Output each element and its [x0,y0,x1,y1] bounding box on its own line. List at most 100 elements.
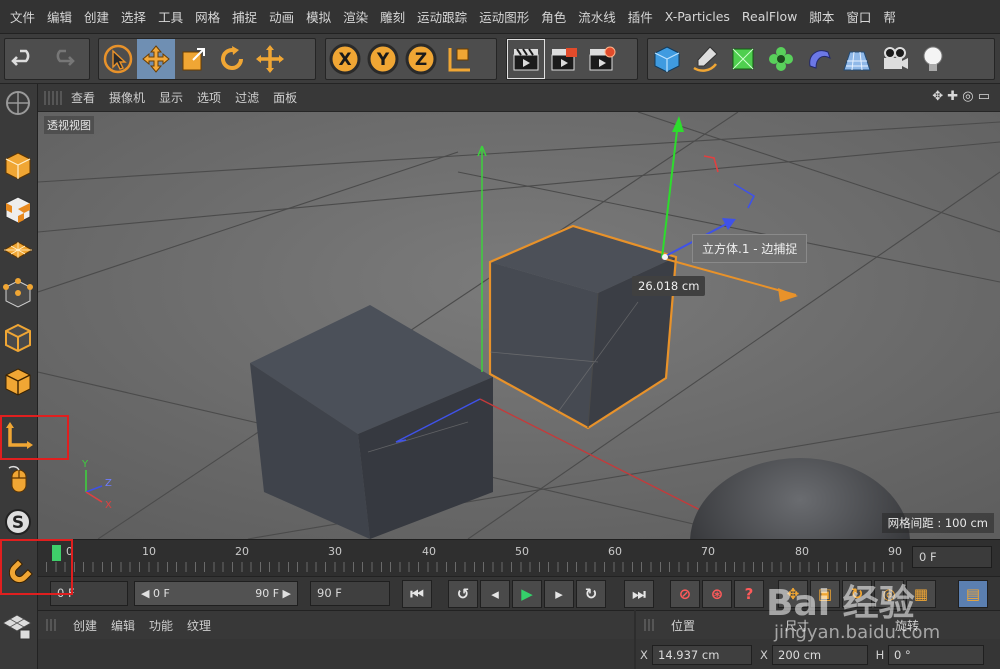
viewport-menu-view[interactable]: 查看 [64,89,102,106]
menu-window[interactable]: 窗口 [840,7,877,26]
timeline-window-button[interactable]: ▤ [958,580,988,608]
material-menu-texture[interactable]: 纹理 [180,617,218,634]
spline-pen-button[interactable] [686,39,724,79]
menu-plugins[interactable]: 插件 [622,7,659,26]
keyframe-selection-button[interactable]: ? [734,580,764,608]
menu-script[interactable]: 脚本 [803,7,840,26]
record-active-objects-button[interactable]: ⊘ [670,580,700,608]
undo-button[interactable] [5,39,43,79]
go-to-end-button[interactable]: ⏭ [624,580,654,608]
key-rotation-button[interactable]: ↻ [842,580,872,608]
z-axis-lock-button[interactable]: Z [402,39,440,79]
menubar: 文件 编辑 创建 选择 工具 网格 捕捉 动画 模拟 渲染 雕刻 运动跟踪 运动… [0,0,1000,34]
viewport-menu-camera[interactable]: 摄像机 [102,89,152,106]
menu-file[interactable]: 文件 [4,7,41,26]
previous-frame-button[interactable]: ◂ [480,580,510,608]
material-menu-create[interactable]: 创建 [66,617,104,634]
lock-workplane-button[interactable] [0,606,36,646]
viewport-navigation-icons[interactable]: ✥ ✚ ◎ ▭ [932,89,990,104]
viewport-menu-filter[interactable]: 过滤 [228,89,266,106]
viewport-menu-panel[interactable]: 面板 [266,89,304,106]
rotate-tool-button[interactable] [213,39,251,79]
move-tool-button[interactable] [137,39,175,79]
render-settings-button[interactable] [583,39,621,79]
menu-edit[interactable]: 编辑 [41,7,78,26]
menu-snap[interactable]: 捕捉 [226,7,263,26]
current-frame-field[interactable]: 0 F [912,546,992,568]
menu-sculpt[interactable]: 雕刻 [374,7,411,26]
live-selection-button[interactable] [99,39,137,79]
previous-key-button[interactable]: ↺ [448,580,478,608]
menu-pipeline[interactable]: 流水线 [572,7,622,26]
polygons-cube-icon [5,368,31,396]
subdivision-surface-button[interactable] [724,39,762,79]
camera-button[interactable] [876,39,914,79]
workplane-mode-button[interactable] [0,232,36,272]
rotation-h-field[interactable]: 0 ° [888,645,984,665]
light-button[interactable] [914,39,952,79]
render-view-button[interactable] [507,39,545,79]
polygons-mode-button[interactable] [0,362,36,402]
model-mode-button[interactable] [0,146,36,186]
perspective-viewport[interactable]: Y Z X 透视视图 立方体.1 - 边捕捉 26.018 cm 网格间距 : … [38,112,1000,539]
material-menu-function[interactable]: 功能 [142,617,180,634]
menu-motion-tracking[interactable]: 运动跟踪 [411,7,473,26]
preview-range-slider[interactable]: ◀ 0 F 90 F ▶ [134,581,298,606]
menu-character[interactable]: 角色 [535,7,572,26]
viewport-menu-display[interactable]: 显示 [152,89,190,106]
cloner-button[interactable] [762,39,800,79]
solo-mode-button[interactable]: S [0,502,36,542]
menu-realflow[interactable]: RealFlow [736,9,803,24]
grid-spacing-label: 网格间距 : 100 cm [881,513,994,533]
transform-tools-group [98,38,316,80]
position-x-field[interactable]: 14.937 cm [652,645,752,665]
floor-button[interactable] [838,39,876,79]
next-key-button[interactable]: ↻ [576,580,606,608]
coordinates-panel: 位置 尺寸 旋转 X 14.937 cm X 200 cm H 0 ° [636,610,1000,669]
texture-mode-button[interactable] [0,190,36,230]
deformer-button[interactable] [800,39,838,79]
redo-button[interactable] [43,39,81,79]
tick-label: 90 [888,545,902,558]
key-position-button[interactable]: ✥ [778,580,808,608]
size-x-field[interactable]: 200 cm [772,645,868,665]
make-editable-button[interactable] [0,86,36,120]
play-button[interactable]: ▶ [512,580,542,608]
coordinate-system-button[interactable] [440,39,478,79]
y-axis-lock-button[interactable]: Y [364,39,402,79]
menu-tools[interactable]: 工具 [152,7,189,26]
tweak-mode-button[interactable] [0,460,36,500]
x-axis-lock-button[interactable]: X [326,39,364,79]
coordinates-header: 位置 尺寸 旋转 [636,611,1000,639]
edges-mode-button[interactable] [0,318,36,358]
panel-grip [44,90,64,105]
points-mode-button[interactable] [0,274,36,314]
material-manager-panel: 创建 编辑 功能 纹理 [38,610,634,669]
cube-object-button[interactable] [648,39,686,79]
menu-render[interactable]: 渲染 [337,7,374,26]
previous-frame-icon: ◂ [491,585,499,603]
next-frame-button[interactable]: ▸ [544,580,574,608]
menu-simulate[interactable]: 模拟 [300,7,337,26]
menu-mesh[interactable]: 网格 [189,7,226,26]
menu-x-particles[interactable]: X-Particles [659,9,736,24]
timeline-ruler[interactable]: 0 10 20 30 40 50 60 70 80 90 0 F [38,539,1000,576]
max-frame-field[interactable]: 90 F [310,581,390,606]
menu-animate[interactable]: 动画 [263,7,300,26]
menu-help[interactable]: 帮 [877,7,902,26]
render-picture-viewer-button[interactable] [545,39,583,79]
transform-tool-button[interactable] [251,39,289,79]
menu-select[interactable]: 选择 [115,7,152,26]
menu-mograph[interactable]: 运动图形 [473,7,535,26]
scale-tool-button[interactable] [175,39,213,79]
autokey-button[interactable]: ⊛ [702,580,732,608]
material-menu-edit[interactable]: 编辑 [104,617,142,634]
viewport-menu-options[interactable]: 选项 [190,89,228,106]
key-pla-button[interactable]: ▦ [906,580,936,608]
workplane-grid-icon [2,241,34,259]
key-parameter-button[interactable]: ◎ [874,580,904,608]
menu-create[interactable]: 创建 [78,7,115,26]
tick-label: 60 [608,545,622,558]
key-scale-button[interactable]: ▣ [810,580,840,608]
go-to-start-button[interactable]: ⏮ [402,580,432,608]
